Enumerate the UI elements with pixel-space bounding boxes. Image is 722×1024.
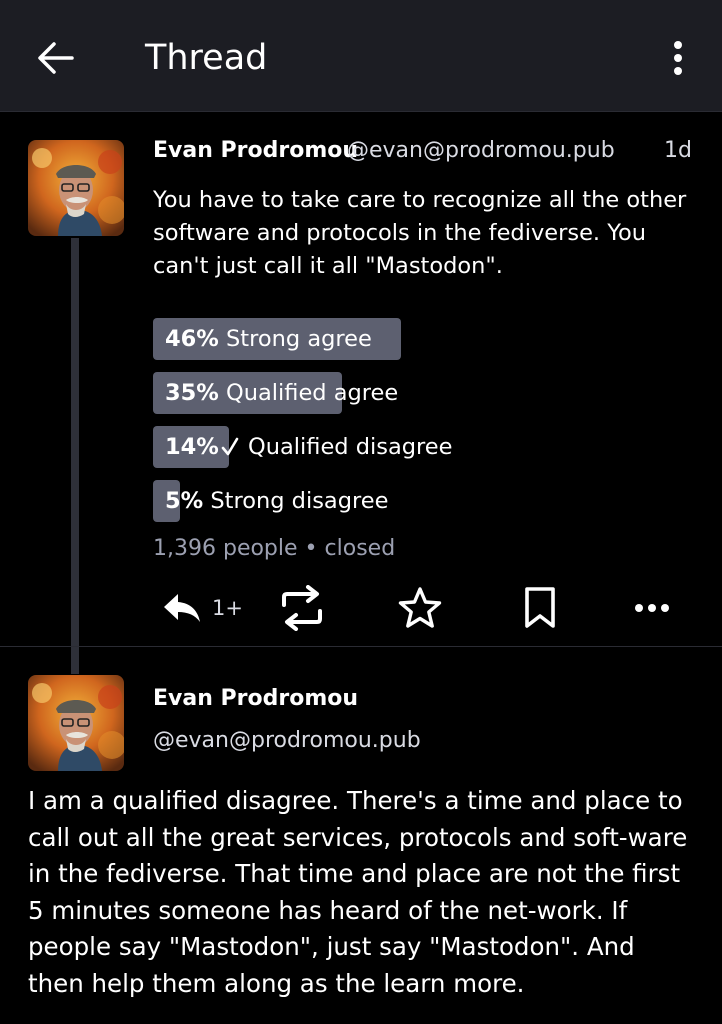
boost-icon: [282, 585, 322, 631]
post-content: I am a qualified disagree. There's a tim…: [28, 786, 688, 998]
poll-option-text: Qualified disagree: [248, 434, 453, 460]
avatar[interactable]: [28, 140, 124, 236]
post-divider: [0, 646, 722, 647]
poll-meta: 1,396 people • closed: [153, 536, 395, 561]
arrow-left-icon: [38, 42, 74, 74]
more-horizontal-icon: [635, 604, 669, 612]
post-author-name[interactable]: Evan Prodromou: [153, 138, 358, 163]
post-action-bar: 1+: [0, 580, 722, 636]
post-author-name[interactable]: Evan Prodromou: [153, 686, 358, 711]
avatar[interactable]: [28, 675, 124, 771]
bookmark-button[interactable]: [520, 580, 560, 636]
more-button[interactable]: [634, 580, 670, 636]
poll-option: 46% Strong agree: [153, 318, 693, 360]
post-content: You have to take care to recognize all t…: [153, 187, 687, 279]
reply-count: 1+: [212, 596, 243, 620]
page-title: Thread: [145, 38, 268, 78]
app-bar: Thread: [0, 0, 722, 112]
boost-button[interactable]: [280, 580, 324, 636]
reply-icon: [164, 594, 200, 622]
avatar-image: [28, 140, 124, 236]
poll-option-percent: 46%: [165, 326, 219, 352]
poll-option-text: Strong agree: [226, 326, 372, 352]
reply-button[interactable]: 1+: [162, 580, 243, 636]
overflow-menu-button[interactable]: [660, 36, 696, 80]
check-icon: [221, 426, 239, 468]
poll-option: 14% Qualified disagree: [153, 426, 693, 468]
poll-meta-separator: •: [304, 536, 318, 561]
poll-option-percent: 14%: [165, 434, 219, 460]
post-author-handle[interactable]: @evan@prodromou.pub: [347, 138, 615, 163]
back-button[interactable]: [32, 36, 80, 80]
poll-option-text: Strong disagree: [210, 488, 389, 514]
post-timestamp[interactable]: 1d: [664, 138, 692, 163]
poll-voter-count: 1,396 people: [153, 536, 298, 561]
more-vertical-icon: [674, 41, 682, 75]
bookmark-icon: [525, 587, 555, 628]
poll-option-percent: 5%: [165, 488, 204, 514]
post-author-handle[interactable]: @evan@prodromou.pub: [153, 728, 421, 753]
avatar-image: [28, 675, 124, 771]
star-icon: [398, 587, 442, 628]
poll-option: 5% Strong disagree: [153, 480, 693, 522]
poll-option-percent: 35%: [165, 380, 219, 406]
poll-status: closed: [324, 536, 396, 561]
poll-option: 35% Qualified agree: [153, 372, 693, 414]
poll-option-text: Qualified agree: [226, 380, 399, 406]
favourite-button[interactable]: [397, 580, 443, 636]
